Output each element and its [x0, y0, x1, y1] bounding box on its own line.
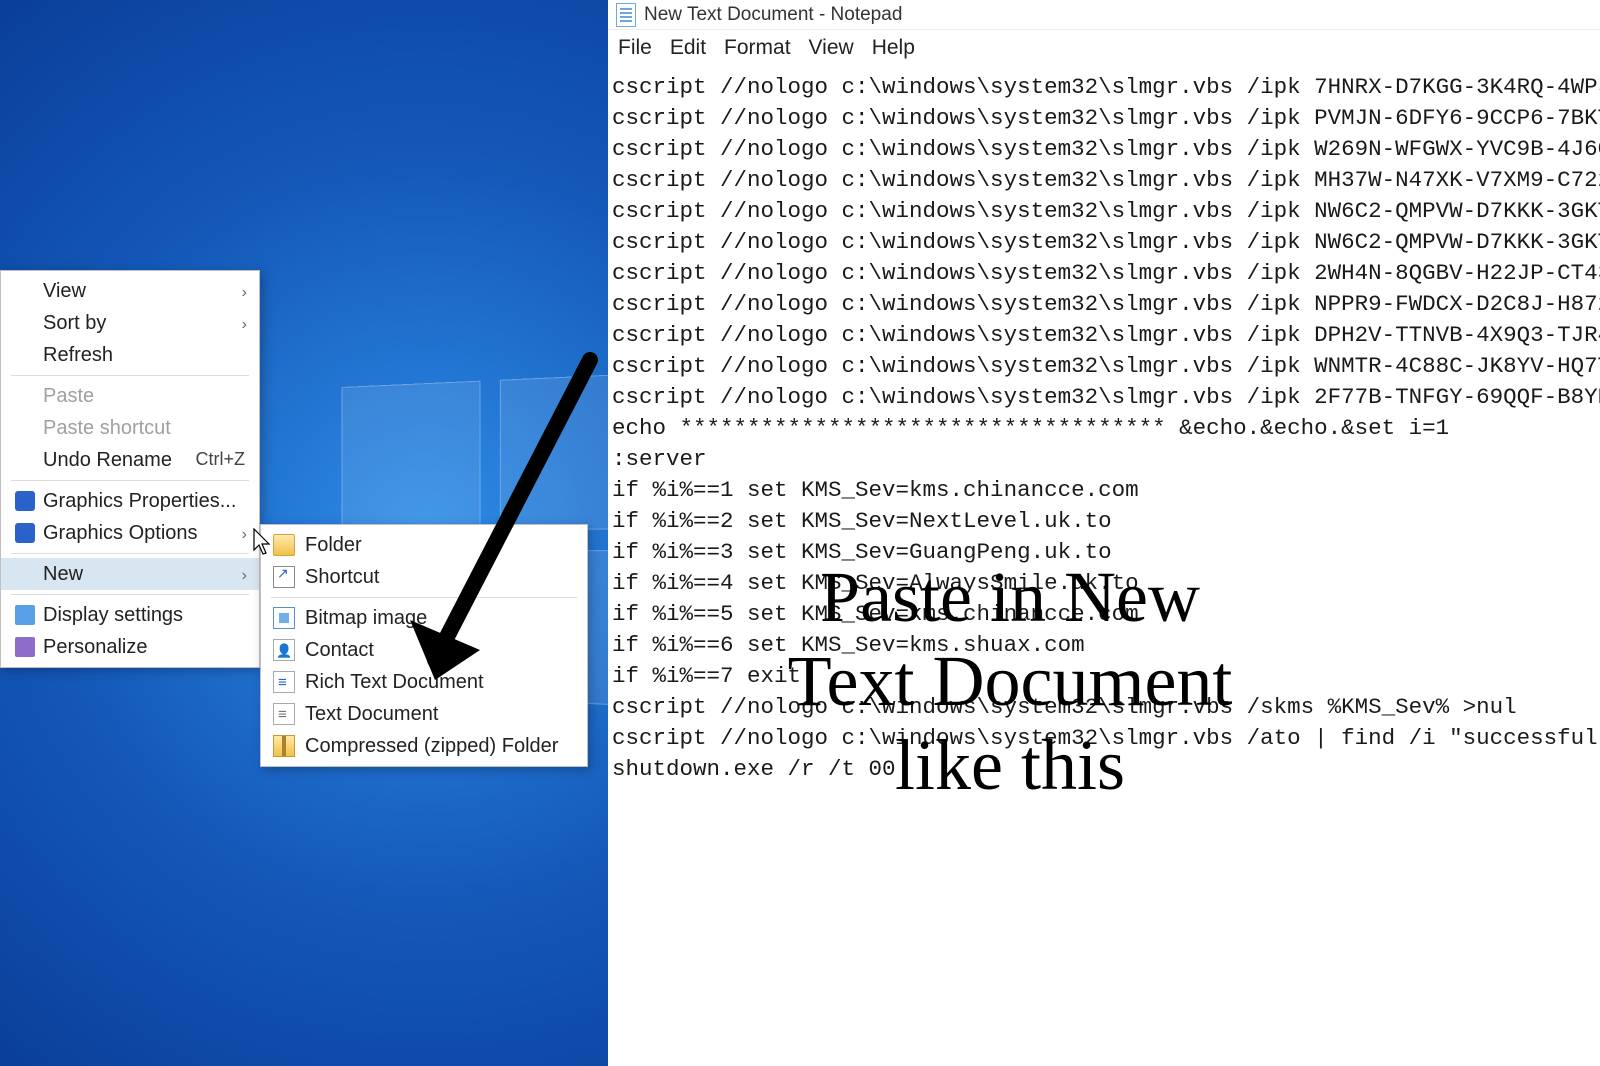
desktop-context-menu: View › Sort by › Refresh Paste Paste shortcut U…	[0, 270, 260, 668]
menu-item-label: Display settings	[43, 604, 183, 627]
menu-help[interactable]: Help	[872, 36, 915, 60]
windows-desktop: View › Sort by › Refresh Paste Paste shortcut U…	[0, 0, 608, 1066]
new-compressed-zipped-folder[interactable]: Compressed (zipped) Folder	[261, 730, 587, 762]
contact-icon	[273, 639, 295, 661]
menu-item-label: Refresh	[43, 344, 113, 367]
submenu-item-label: Bitmap image	[305, 607, 427, 630]
txt-icon	[273, 703, 295, 725]
menu-item-view[interactable]: View ›	[1, 275, 259, 307]
menu-item-display-settings[interactable]: Display settings	[1, 599, 259, 631]
gfx-icon	[15, 523, 35, 543]
menu-edit[interactable]: Edit	[670, 36, 706, 60]
menu-item-paste: Paste	[1, 380, 259, 412]
submenu-item-label: Folder	[305, 534, 362, 557]
menu-item-label: Personalize	[43, 636, 148, 659]
folder-icon	[273, 534, 295, 556]
new-text-document[interactable]: Text Document	[261, 698, 587, 730]
pers-icon	[15, 637, 35, 657]
menu-item-graphics-options[interactable]: Graphics Options ›	[1, 517, 259, 549]
menu-view[interactable]: View	[809, 36, 854, 60]
menu-item-personalize[interactable]: Personalize	[1, 631, 259, 663]
rtf-icon	[273, 671, 295, 693]
new-shortcut[interactable]: Shortcut	[261, 561, 587, 593]
menu-format[interactable]: Format	[724, 36, 791, 60]
menu-item-new[interactable]: New ›	[1, 558, 259, 590]
submenu-item-label: Compressed (zipped) Folder	[305, 735, 558, 758]
new-submenu: Folder Shortcut Bitmap image Contact Rich Te…	[260, 524, 588, 767]
submenu-item-label: Contact	[305, 639, 374, 662]
notepad-title: New Text Document - Notepad	[644, 4, 902, 26]
bitmap-icon	[273, 607, 295, 629]
chevron-right-icon: ›	[242, 526, 247, 544]
zip-icon	[273, 735, 295, 757]
menu-shortcut: Ctrl+Z	[196, 449, 246, 470]
new-contact[interactable]: Contact	[261, 634, 587, 666]
new-rich-text-document[interactable]: Rich Text Document	[261, 666, 587, 698]
menu-item-label: Paste shortcut	[43, 417, 171, 440]
notepad-menubar: File Edit Format View Help	[608, 30, 1600, 68]
shortcut-icon	[273, 566, 295, 588]
menu-item-label: Graphics Options	[43, 522, 198, 545]
menu-item-undo-rename[interactable]: Undo Rename Ctrl+Z	[1, 444, 259, 476]
menu-item-paste-shortcut: Paste shortcut	[1, 412, 259, 444]
menu-item-label: View	[43, 280, 86, 303]
submenu-item-label: Rich Text Document	[305, 671, 484, 694]
new-bitmap-image[interactable]: Bitmap image	[261, 602, 587, 634]
menu-item-label: Paste	[43, 385, 94, 408]
chevron-right-icon: ›	[242, 567, 247, 585]
notepad-text-area[interactable]: cscript //nologo c:\windows\system32\slm…	[608, 68, 1600, 789]
menu-item-label: Undo Rename	[43, 449, 172, 472]
menu-item-graphics-properties-[interactable]: Graphics Properties...	[1, 485, 259, 517]
chevron-right-icon: ›	[242, 284, 247, 302]
menu-item-label: Sort by	[43, 312, 106, 335]
menu-item-sort-by[interactable]: Sort by ›	[1, 307, 259, 339]
menu-item-label: New	[43, 563, 83, 586]
notepad-titlebar[interactable]: New Text Document - Notepad	[608, 0, 1600, 30]
gfx-icon	[15, 491, 35, 511]
disp-icon	[15, 605, 35, 625]
menu-item-label: Graphics Properties...	[43, 490, 236, 513]
new-folder[interactable]: Folder	[261, 529, 587, 561]
chevron-right-icon: ›	[242, 316, 247, 334]
submenu-item-label: Text Document	[305, 703, 438, 726]
menu-item-refresh[interactable]: Refresh	[1, 339, 259, 371]
notepad-icon	[616, 3, 636, 27]
menu-file[interactable]: File	[618, 36, 652, 60]
notepad-window: New Text Document - Notepad File Edit Form…	[608, 0, 1600, 1066]
submenu-item-label: Shortcut	[305, 566, 379, 589]
